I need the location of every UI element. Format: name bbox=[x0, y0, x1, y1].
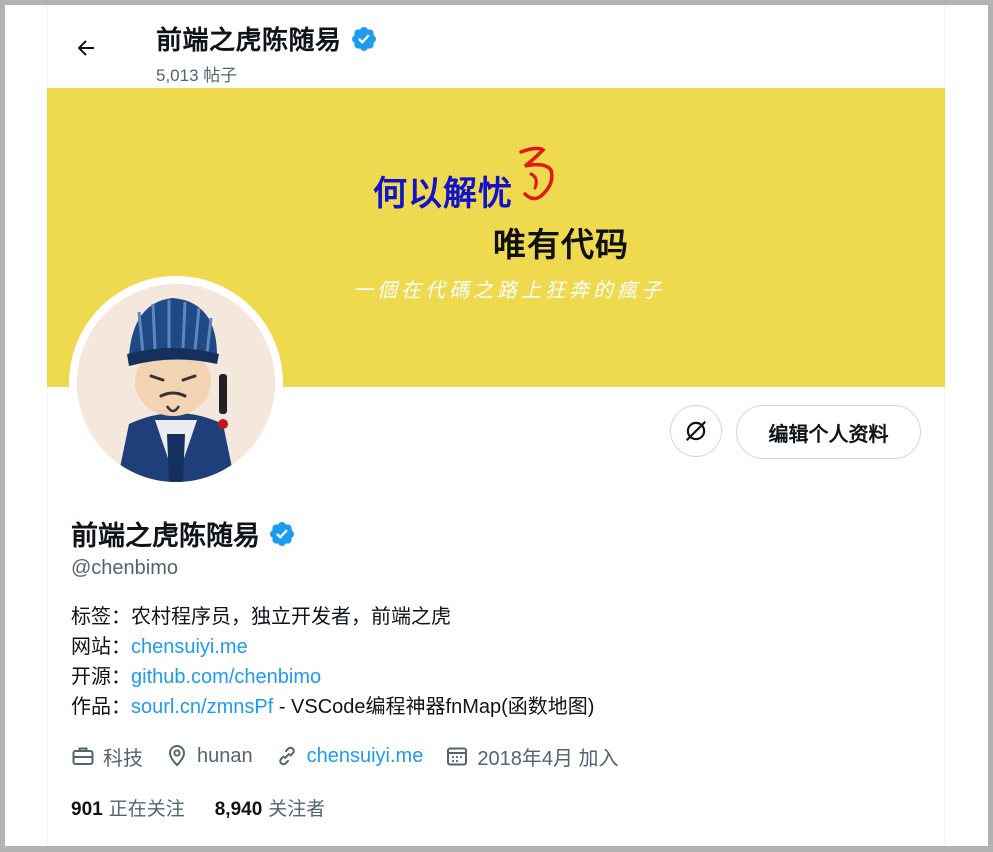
bio-label: 标签： bbox=[71, 606, 131, 628]
bio-line-website: 网站：chensuiyi.me bbox=[71, 632, 594, 662]
banner-line-1: 何以解忧 bbox=[373, 174, 513, 214]
profile-display-name: 前端之虎陈随易 bbox=[71, 521, 260, 551]
banner-line-3: 一個在代碼之路上狂奔的瘋子 bbox=[353, 278, 665, 302]
bio-text: 农村程序员，独立开发者，前端之虎 bbox=[131, 606, 451, 628]
meta-website-link[interactable]: chensuiyi.me bbox=[307, 745, 424, 768]
profile-bio: 标签：农村程序员，独立开发者，前端之虎 网站：chensuiyi.me 开源：g… bbox=[71, 602, 594, 722]
meta-location-text: hunan bbox=[197, 744, 253, 767]
calendar-icon bbox=[447, 747, 468, 766]
banner-line-2: 唯有代码 bbox=[493, 225, 629, 264]
follow-stats: 901 正在关注 8,940 关注者 bbox=[71, 794, 325, 821]
briefcase-icon bbox=[72, 747, 94, 765]
followers-link[interactable]: 8,940 关注者 bbox=[215, 794, 326, 821]
meta-website[interactable]: chensuiyi.me bbox=[275, 744, 424, 768]
icon-action-button[interactable] bbox=[670, 405, 722, 457]
meta-category: 科技 bbox=[71, 742, 143, 771]
header-title: 前端之虎陈随易 bbox=[156, 20, 378, 57]
bio-label: 网站： bbox=[71, 636, 131, 658]
bio-line-opensource: 开源：github.com/chenbimo bbox=[71, 662, 594, 692]
meta-joined: 2018年4月 加入 bbox=[445, 742, 619, 771]
edit-profile-button[interactable]: 编辑个人资料 bbox=[736, 405, 921, 459]
following-label: 正在关注 bbox=[108, 799, 185, 820]
following-count: 901 bbox=[71, 799, 103, 820]
bio-text: - VSCode编程神器fnMap(函数地图) bbox=[273, 696, 595, 718]
verified-badge-icon bbox=[270, 521, 294, 546]
meta-location: hunan bbox=[165, 744, 253, 768]
meta-category-text: 科技 bbox=[103, 747, 143, 770]
avatar-image bbox=[77, 284, 275, 482]
bio-label: 开源： bbox=[71, 666, 131, 688]
bio-github-link[interactable]: github.com/chenbimo bbox=[131, 666, 321, 688]
bio-line-works: 作品：sourl.cn/zmnsPf - VSCode编程神器fnMap(函数地… bbox=[71, 692, 594, 722]
profile-avatar[interactable] bbox=[69, 276, 283, 490]
verified-badge-icon bbox=[351, 26, 376, 51]
following-link[interactable]: 901 正在关注 bbox=[71, 794, 185, 821]
profile-meta: 科技 hunan chensuiyi.me 2018年4月 加入 bbox=[71, 740, 641, 772]
header-display-name: 前端之虎陈随易 bbox=[156, 25, 342, 55]
banner-squiggle-mark bbox=[519, 146, 554, 201]
strikethrough-circle-icon bbox=[686, 421, 706, 441]
back-button[interactable] bbox=[66, 28, 106, 68]
bio-label: 作品： bbox=[71, 696, 131, 718]
profile-name: 前端之虎陈随易 bbox=[71, 514, 296, 553]
meta-joined-text: 2018年4月 加入 bbox=[477, 747, 619, 770]
link-icon bbox=[278, 746, 295, 766]
bio-works-link[interactable]: sourl.cn/zmnsPf bbox=[131, 696, 273, 718]
post-count: 5,013 帖子 bbox=[156, 66, 238, 85]
profile-handle: @chenbimo bbox=[71, 557, 179, 579]
location-pin-icon bbox=[168, 745, 186, 767]
arrow-left-icon bbox=[77, 40, 94, 56]
bio-website-link[interactable]: chensuiyi.me bbox=[131, 636, 248, 658]
followers-count: 8,940 bbox=[214, 799, 263, 820]
followers-label: 关注者 bbox=[268, 799, 326, 820]
bio-line-tags: 标签：农村程序员，独立开发者，前端之虎 bbox=[71, 602, 594, 632]
avatar-illustration bbox=[77, 284, 275, 482]
